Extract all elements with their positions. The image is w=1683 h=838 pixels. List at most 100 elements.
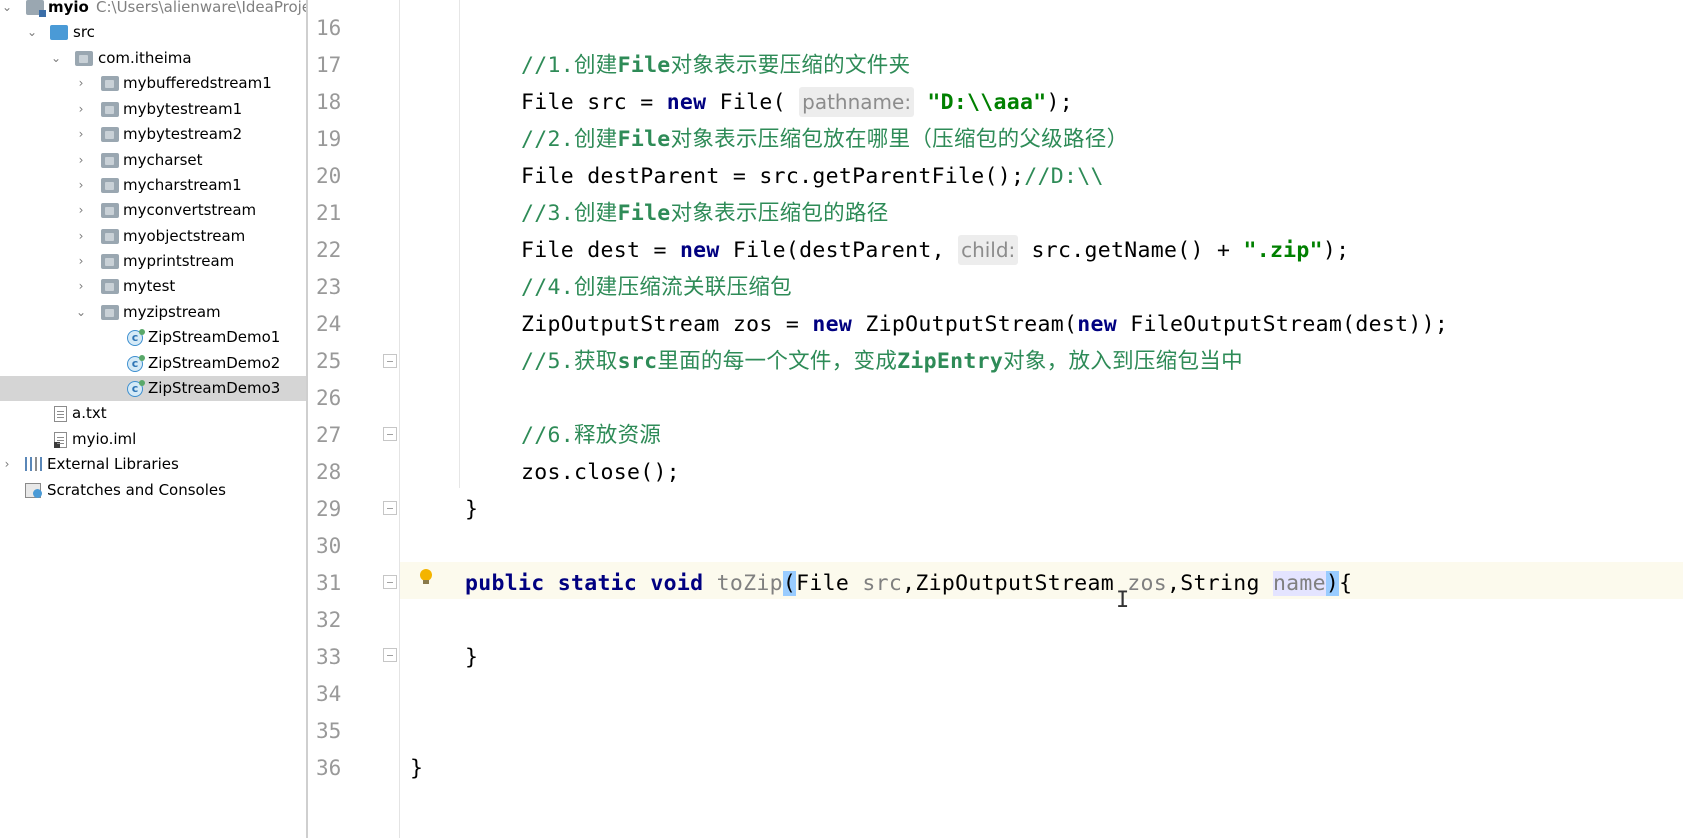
code-line-25[interactable]: //5.获取src里面的每一个文件，变成ZipEntry对象，放入到压缩包当中: [521, 343, 1243, 380]
chevron-down-icon[interactable]: ⌄: [74, 300, 88, 325]
code-line-29[interactable]: }: [465, 491, 478, 528]
chevron-right-icon[interactable]: ›: [74, 249, 88, 274]
code-line-23[interactable]: //4.创建压缩流关联压缩包: [521, 269, 792, 306]
keyword: new: [1077, 312, 1117, 337]
line-number: 30: [316, 534, 342, 558]
line-number: 32: [316, 608, 342, 632]
tree-item-folder[interactable]: › myconvertstream: [0, 198, 306, 223]
tree-item-file[interactable]: myio.iml: [0, 427, 306, 452]
tree-item-scratches[interactable]: Scratches and Consoles: [0, 478, 306, 503]
keyword: public static void: [465, 571, 704, 596]
code-line-36[interactable]: }: [410, 750, 423, 787]
code-text: File dest =: [521, 238, 680, 263]
fold-marker[interactable]: [383, 501, 397, 515]
comment-text: //2.创建: [521, 127, 618, 152]
tree-item-folder[interactable]: › mycharset: [0, 148, 306, 173]
tree-item-class[interactable]: c ZipStreamDemo2: [0, 351, 306, 376]
chevron-right-icon[interactable]: ›: [74, 173, 88, 198]
tree-item-label: ZipStreamDemo1: [148, 328, 281, 346]
keyword: new: [812, 312, 853, 337]
line-number: 24: [316, 312, 342, 336]
code-text: File: [796, 571, 863, 596]
comment-text: //3.创建: [521, 201, 618, 226]
tree-item-class-selected[interactable]: c ZipStreamDemo3: [0, 376, 306, 401]
code-text: );: [1046, 90, 1074, 115]
chevron-down-icon[interactable]: ⌄: [0, 0, 14, 20]
comment-text: 对象表示压缩包的路径: [670, 201, 889, 226]
tree-item-folder[interactable]: › mybytestream2: [0, 122, 306, 147]
code-line-17[interactable]: //1.创建File对象表示要压缩的文件夹: [521, 47, 910, 84]
chevron-down-icon[interactable]: ⌄: [25, 20, 39, 45]
indent-guide: [459, 0, 460, 488]
package-icon: [101, 203, 119, 218]
chevron-right-icon[interactable]: ›: [74, 71, 88, 96]
matched-paren: (: [782, 571, 797, 596]
code-text: }: [465, 497, 479, 522]
tree-item-label: mybufferedstream1: [123, 74, 272, 92]
chevron-right-icon[interactable]: ›: [74, 198, 88, 223]
lightbulb-icon[interactable]: [419, 569, 433, 585]
fold-marker[interactable]: [383, 575, 397, 589]
java-class-icon: c: [127, 355, 145, 372]
tree-item-folder[interactable]: ⌄ myzipstream: [0, 300, 306, 325]
code-text: ZipOutputStream zos =: [521, 312, 813, 337]
tree-item-label: src: [73, 23, 95, 41]
code-line-20[interactable]: File destParent = src.getParentFile();//…: [521, 158, 1104, 195]
tree-item-folder[interactable]: › myobjectstream: [0, 224, 306, 249]
code-line-21[interactable]: //3.创建File对象表示压缩包的路径: [521, 195, 889, 232]
project-tree-panel[interactable]: ⌄ myio C:\Users\alienware\IdeaProje ⌄ sr…: [0, 0, 308, 838]
tree-item-label: mybytestream1: [123, 100, 243, 118]
line-number: 20: [316, 164, 342, 188]
tree-item-label: mytest: [123, 277, 176, 295]
editor-gutter[interactable]: 16 17 18 19 20 21 22 23 24 25 26 27 28 2…: [308, 0, 400, 838]
fold-marker[interactable]: [383, 427, 397, 441]
tree-item-package[interactable]: ⌄ com.itheima: [0, 46, 306, 71]
tree-item-folder[interactable]: › mytest: [0, 274, 306, 299]
module-icon: [26, 0, 46, 17]
chevron-right-icon[interactable]: ›: [74, 224, 88, 249]
tree-item-label: com.itheima: [98, 49, 192, 67]
tree-item-class[interactable]: c ZipStreamDemo1: [0, 325, 306, 350]
chevron-right-icon[interactable]: ›: [74, 148, 88, 173]
package-icon: [101, 254, 119, 269]
chevron-right-icon[interactable]: ›: [0, 452, 14, 477]
package-icon: [101, 153, 119, 168]
line-number: 31: [316, 571, 342, 595]
code-line-24[interactable]: ZipOutputStream zos = new ZipOutputStrea…: [521, 306, 1448, 343]
tree-item-folder[interactable]: › mybufferedstream1: [0, 71, 306, 96]
line-number: 21: [316, 201, 342, 225]
tree-item-folder[interactable]: › myprintstream: [0, 249, 306, 274]
line-number: 18: [316, 90, 342, 114]
line-number: 23: [316, 275, 342, 299]
tree-item-folder[interactable]: › mycharstream1: [0, 173, 306, 198]
tree-item-folder[interactable]: › mybytestream1: [0, 97, 306, 122]
code-text: zos.close();: [521, 460, 680, 485]
fold-marker[interactable]: [383, 354, 397, 368]
package-icon: [101, 127, 119, 142]
tree-item-label: mycharset: [123, 151, 203, 169]
comment-text: 里面的每一个文件，变成: [657, 349, 898, 374]
comment-text: 对象，放入到压缩包当中: [1003, 349, 1243, 374]
tree-item-external-libraries[interactable]: › External Libraries: [0, 452, 306, 477]
keyword: new: [666, 90, 707, 115]
package-icon: [101, 102, 119, 117]
code-line-27[interactable]: //6.释放资源: [521, 417, 661, 454]
chevron-right-icon[interactable]: ›: [74, 122, 88, 147]
line-number: 29: [316, 497, 342, 521]
code-line-31[interactable]: public static void toZip(File src,ZipOut…: [465, 565, 1352, 602]
chevron-right-icon[interactable]: ›: [74, 97, 88, 122]
tree-item-file[interactable]: a.txt: [0, 401, 306, 426]
code-line-28[interactable]: zos.close();: [521, 454, 680, 491]
code-line-19[interactable]: //2.创建File对象表示压缩包放在哪里（压缩包的父级路径）: [521, 121, 1128, 158]
tree-item-label: mycharstream1: [123, 176, 242, 194]
code-line-33[interactable]: }: [465, 639, 478, 676]
fold-marker[interactable]: [383, 648, 397, 662]
code-line-22[interactable]: File dest = new File(destParent, child: …: [521, 232, 1349, 269]
chevron-right-icon[interactable]: ›: [74, 274, 88, 299]
chevron-down-icon[interactable]: ⌄: [49, 46, 63, 71]
tree-item-label: myzipstream: [123, 303, 221, 321]
tree-item-src[interactable]: ⌄ src: [0, 20, 306, 45]
package-icon: [101, 279, 119, 294]
code-line-18[interactable]: File src = new File( pathname: "D:\\aaa"…: [521, 84, 1073, 121]
tree-item-myio[interactable]: ⌄ myio C:\Users\alienware\IdeaProje: [0, 0, 306, 20]
